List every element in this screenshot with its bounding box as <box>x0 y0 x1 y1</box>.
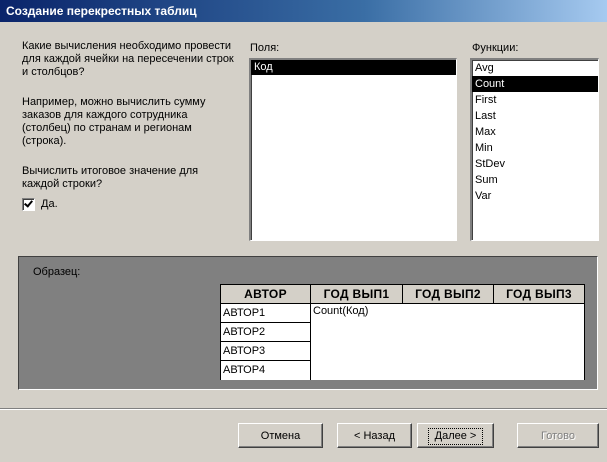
sample-table: АВТОР ГОД ВЫП1 ГОД ВЫП2 ГОД ВЫП3 АВТОР1 … <box>220 284 585 380</box>
function-item-var[interactable]: Var <box>472 188 598 204</box>
totals-question-text: Вычислить итоговое значение для каждой с… <box>22 165 199 190</box>
functions-label: Функции: <box>472 42 519 54</box>
fields-listbox[interactable]: Код <box>249 58 457 241</box>
totals-checkbox-group[interactable]: Да. <box>22 197 58 211</box>
sample-row-headers: АВТОР1 АВТОР2 АВТОР3 АВТОР4 <box>221 304 311 380</box>
function-item-avg[interactable]: Avg <box>472 60 598 76</box>
function-item-last[interactable]: Last <box>472 108 598 124</box>
separator <box>0 408 607 410</box>
totals-checkbox[interactable] <box>22 197 35 211</box>
function-item-min[interactable]: Min <box>472 140 598 156</box>
sample-row-cell: АВТОР2 <box>221 323 311 342</box>
fields-item-kod[interactable]: Код <box>251 60 456 75</box>
functions-listbox[interactable]: Avg Count First Last Max Min StDev Sum V… <box>470 58 599 241</box>
window-title: Создание перекрестных таблиц <box>0 0 607 22</box>
back-button[interactable]: < Назад <box>337 423 412 448</box>
question-text: Какие вычисления необходимо провести для… <box>22 40 234 78</box>
check-icon <box>24 197 33 208</box>
finish-button[interactable]: Готово <box>517 423 599 448</box>
sample-header-cell: АВТОР <box>221 285 311 304</box>
totals-checkbox-label[interactable]: Да. <box>41 198 58 210</box>
cancel-button[interactable]: Отмена <box>238 423 323 448</box>
function-item-first[interactable]: First <box>472 92 598 108</box>
sample-value: Count(Код) <box>313 305 369 317</box>
example-text: Например, можно вычислить сумму заказов … <box>22 96 206 147</box>
sample-header-cell: ГОД ВЫП2 <box>403 285 494 304</box>
sample-row-cell: АВТОР4 <box>221 361 311 380</box>
function-item-max[interactable]: Max <box>472 124 598 140</box>
sample-values-area: Count(Код) <box>311 304 584 380</box>
sample-header-row: АВТОР ГОД ВЫП1 ГОД ВЫП2 ГОД ВЫП3 <box>221 285 584 304</box>
function-item-count[interactable]: Count <box>472 76 598 92</box>
sample-header-cell: ГОД ВЫП3 <box>494 285 584 304</box>
sample-header-cell: ГОД ВЫП1 <box>311 285 403 304</box>
sample-preview-panel: Образец: АВТОР ГОД ВЫП1 ГОД ВЫП2 ГОД ВЫП… <box>18 256 598 390</box>
function-item-sum[interactable]: Sum <box>472 172 598 188</box>
sample-row-cell: АВТОР1 <box>221 304 311 323</box>
sample-label: Образец: <box>33 266 81 278</box>
fields-label: Поля: <box>250 42 280 54</box>
sample-row-cell: АВТОР3 <box>221 342 311 361</box>
next-button-label: Далее > <box>427 427 484 445</box>
next-button[interactable]: Далее > <box>417 423 494 448</box>
function-item-stdev[interactable]: StDev <box>472 156 598 172</box>
